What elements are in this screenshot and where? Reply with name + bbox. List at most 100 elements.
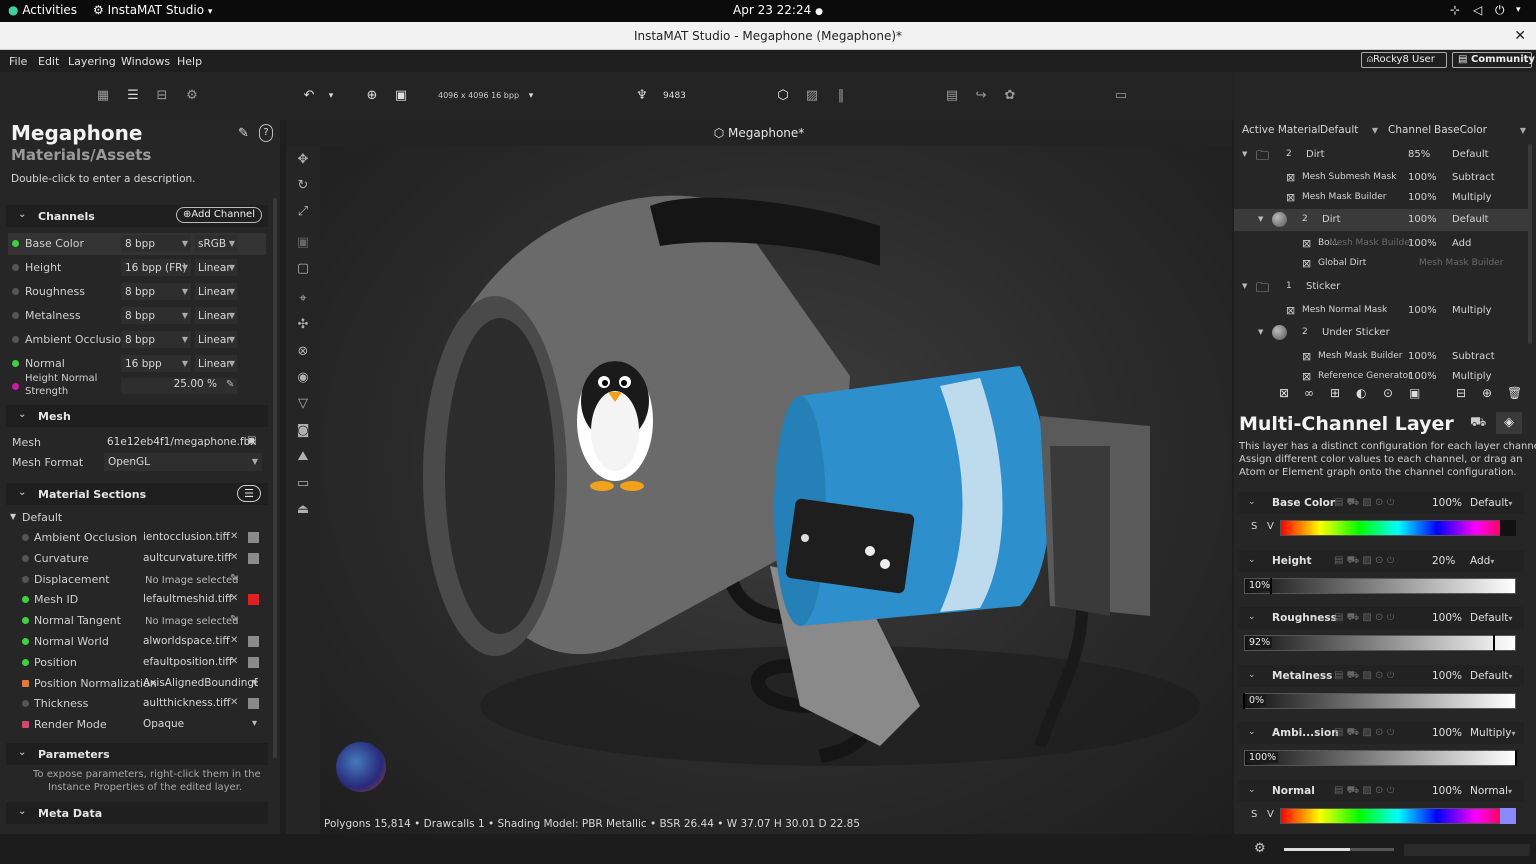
- add-circle-icon[interactable]: ⊕: [363, 88, 381, 104]
- mcl-channel-header[interactable]: ⌄ Metalness ▤ ⛟ ▨ ⊙ ⏻ 100% Default▾: [1238, 664, 1524, 687]
- material-section-row[interactable]: Normal Tangent No Image selected ✎: [8, 611, 266, 631]
- texture-thumbnail[interactable]: [248, 594, 259, 606]
- viewport-tab[interactable]: ⬡ Megaphone*: [286, 120, 1232, 146]
- close-window-icon[interactable]: ✕: [1514, 22, 1526, 50]
- layer-blend[interactable]: Subtract: [1452, 351, 1495, 362]
- blend-mode-icons[interactable]: ▤ ⛟ ▨ ⊙ ⏻: [1334, 555, 1394, 568]
- section-value[interactable]: efaultposition.tiff: [143, 656, 258, 668]
- layer-opacity[interactable]: 100%: [1408, 371, 1437, 382]
- material-section-row[interactable]: Position efaultposition.tiff ✕: [8, 653, 266, 673]
- chevron-down-icon[interactable]: ▼: [1258, 328, 1263, 336]
- community-button[interactable]: ▤ Community: [1452, 52, 1535, 68]
- active-material-select[interactable]: Default ▼: [1320, 124, 1378, 136]
- chevron-down-icon[interactable]: ▼: [1242, 150, 1247, 158]
- rotate-tool-icon[interactable]: ↻: [294, 178, 312, 196]
- scale-tool-icon[interactable]: ⤢: [294, 204, 312, 222]
- edit-pencil-icon[interactable]: ✎: [226, 379, 234, 390]
- mesh-file-value[interactable]: 61e12eb4f1/megaphone.fbx: [107, 436, 256, 448]
- split-view-icon[interactable]: ‖: [832, 88, 850, 104]
- channel-space-select[interactable]: Linear ▼: [195, 331, 237, 348]
- mcl-channel-header[interactable]: ⌄ Roughness ▤ ⛟ ▨ ⊙ ⏻ 100% Default▾: [1238, 607, 1524, 630]
- network-icon[interactable]: ⊹: [1450, 3, 1460, 17]
- chevron-down-icon[interactable]: ▼: [1258, 215, 1263, 223]
- channel-space-select[interactable]: Linear ▼: [195, 259, 237, 276]
- meta-data-section-header[interactable]: ⌄ Meta Data: [6, 802, 268, 824]
- mcl-channel-blend[interactable]: Default▾: [1470, 612, 1518, 624]
- channel-format-select[interactable]: 8 bpp ▼: [121, 235, 191, 252]
- layer-row[interactable]: ⊠ Mesh Submesh Mask 100% Subtract: [1234, 167, 1530, 189]
- library-icon[interactable]: ▦: [94, 88, 112, 104]
- parameters-section-header[interactable]: ⌄ Parameters: [6, 743, 268, 765]
- mcl-channel-blend[interactable]: Default▾: [1470, 670, 1518, 682]
- channel-format-select[interactable]: 16 bpp ▼: [121, 355, 191, 372]
- layer-row[interactable]: ⊠ Mesh Normal Mask 100% Multiply: [1234, 300, 1530, 322]
- layer-opacity[interactable]: 100%: [1408, 351, 1437, 362]
- mesh-file-icon[interactable]: ▣: [247, 435, 256, 446]
- chevron-down-icon[interactable]: ▼: [10, 512, 16, 521]
- share-icon[interactable]: ↪: [972, 88, 990, 104]
- mcl-channel-opacity[interactable]: 100%: [1432, 612, 1462, 624]
- lighting-icon[interactable]: ◉: [294, 370, 312, 388]
- menu-file[interactable]: File: [9, 55, 27, 68]
- user-button[interactable]: ⍝Rocky8 User: [1361, 52, 1447, 68]
- value-slider-marker[interactable]: [1515, 750, 1517, 767]
- material-section-row[interactable]: Render Mode Opaque ▾: [8, 715, 266, 735]
- material-section-row[interactable]: Displacement No Image selected ✎: [8, 570, 266, 590]
- channel-space-select[interactable]: Linear ▼: [195, 283, 237, 300]
- mesh-format-select[interactable]: OpenGL ▼: [104, 453, 262, 471]
- mcl-channel-header[interactable]: ⌄ Normal ▤ ⛟ ▨ ⊙ ⏻ 100% Normal▾: [1238, 780, 1524, 802]
- channel-space-select[interactable]: Linear ▼: [195, 355, 237, 372]
- move-tool-icon[interactable]: ✥: [294, 152, 312, 170]
- mcl-channel-header[interactable]: ⌄ Ambi...sion ▤ ⛟ ▨ ⊙ ⏻ 100% Multiply▾: [1238, 722, 1524, 745]
- value-slider[interactable]: 0%: [1244, 692, 1516, 709]
- menu-layering[interactable]: Layering: [68, 55, 116, 68]
- system-menu-chevron-icon[interactable]: ▾: [1516, 5, 1521, 15]
- material-section-row[interactable]: Curvature aultcurvature.tiff ✕: [8, 549, 266, 569]
- channel-row[interactable]: Normal 16 bpp ▼ Linear ▼: [8, 353, 266, 375]
- section-value[interactable]: AxisAlignedBoundingB: [143, 677, 258, 689]
- 3d-view-icon[interactable]: ⬡: [774, 88, 792, 104]
- section-value[interactable]: No Image selected: [145, 575, 260, 586]
- texture-thumbnail[interactable]: [248, 636, 259, 647]
- render-icon[interactable]: ⏏: [294, 502, 312, 520]
- section-value[interactable]: lefaultmeshid.tiff: [143, 593, 258, 605]
- chevron-down-icon[interactable]: ⌄: [1248, 612, 1256, 622]
- channel-row[interactable]: Metalness 8 bpp ▼ Linear ▼: [8, 305, 266, 327]
- save-icon[interactable]: ▣: [392, 88, 410, 104]
- mcl-channel-blend[interactable]: Default▾: [1470, 497, 1518, 509]
- environment-icon[interactable]: ⛰: [294, 449, 312, 467]
- chevron-down-icon[interactable]: ▼: [1242, 282, 1247, 290]
- layers-icon[interactable]: ◈: [1496, 412, 1522, 434]
- clear-icon[interactable]: ✕: [230, 593, 238, 604]
- layer-row[interactable]: ▼ 🗀 2 Dirt 85% Default: [1234, 144, 1530, 166]
- chevron-down-icon[interactable]: ⌄: [1248, 670, 1256, 680]
- value-slider-marker[interactable]: [1493, 635, 1496, 652]
- value-slider[interactable]: 100%: [1244, 750, 1516, 767]
- help-icon[interactable]: ?: [259, 124, 273, 142]
- clear-icon[interactable]: ✕: [230, 552, 238, 563]
- power-icon[interactable]: ⏻: [1495, 3, 1505, 18]
- fill-icon[interactable]: ⊞: [1330, 386, 1340, 400]
- section-value[interactable]: Opaque: [143, 718, 258, 730]
- orientation-gizmo[interactable]: [336, 742, 386, 792]
- section-value[interactable]: aultcurvature.tiff: [143, 552, 258, 564]
- section-value[interactable]: alworldspace.tiff: [143, 635, 258, 647]
- image-layer-icon[interactable]: ▣: [1409, 386, 1420, 400]
- paint-icon[interactable]: ⊙: [1383, 386, 1393, 400]
- activities-button[interactable]: ● Activities: [8, 3, 77, 17]
- terminal-icon[interactable]: ▭: [1112, 88, 1130, 104]
- menu-windows[interactable]: Windows: [121, 55, 170, 68]
- layer-blend[interactable]: Default: [1452, 214, 1489, 225]
- channel-row[interactable]: Roughness 8 bpp ▼ Linear ▼: [8, 281, 266, 303]
- value-slider-marker[interactable]: [1270, 577, 1273, 594]
- mcl-channel-header[interactable]: ⌄ Height ▤ ⛟ ▨ ⊙ ⏻ 20% Add▾: [1238, 549, 1524, 572]
- layer-opacity[interactable]: 100%: [1408, 238, 1437, 249]
- channel-space-select[interactable]: sRGB ▼: [195, 235, 237, 252]
- blend-mode-icons[interactable]: ▤ ⛟ ▨ ⊙ ⏻: [1334, 612, 1394, 625]
- pan-icon[interactable]: ✣: [294, 317, 312, 335]
- layer-opacity[interactable]: 100%: [1408, 305, 1437, 316]
- texture-thumbnail[interactable]: [248, 552, 259, 564]
- mcl-channel-blend[interactable]: Multiply▾: [1470, 727, 1518, 739]
- chevron-down-icon[interactable]: ▾: [252, 677, 257, 688]
- section-value[interactable]: No Image selected: [145, 616, 260, 627]
